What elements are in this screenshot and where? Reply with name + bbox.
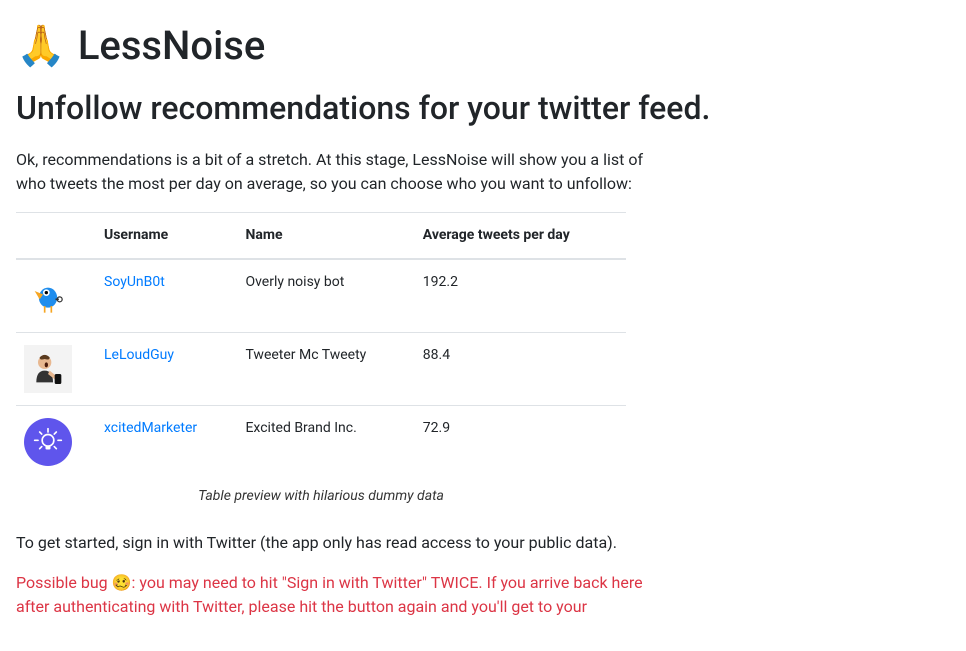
shouting-man-avatar-icon <box>24 345 72 393</box>
avatar-cell <box>16 406 96 479</box>
username-link[interactable]: xcitedMarketer <box>104 420 197 436</box>
app-name: LessNoise <box>78 16 265 76</box>
page-subtitle: Unfollow recommendations for your twitte… <box>16 84 950 132</box>
username-link[interactable]: LeLoudGuy <box>104 347 174 363</box>
table-row: xcitedMarketer Excited Brand Inc. 72.9 <box>16 406 626 479</box>
avg-cell: 72.9 <box>415 406 626 479</box>
name-cell: Excited Brand Inc. <box>237 406 414 479</box>
get-started-paragraph: To get started, sign in with Twitter (th… <box>16 531 656 555</box>
username-cell: LeLoudGuy <box>96 333 237 406</box>
avatar-cell <box>16 333 96 406</box>
lightbulb-avatar-icon <box>24 418 72 466</box>
username-link[interactable]: SoyUnB0t <box>104 274 165 290</box>
table-header-row: Username Name Average tweets per day <box>16 213 626 260</box>
username-cell: SoyUnB0t <box>96 259 237 333</box>
bird-avatar-icon <box>24 272 72 320</box>
table-row: SoyUnB0t Overly noisy bot 192.2 <box>16 259 626 333</box>
avg-cell: 88.4 <box>415 333 626 406</box>
pray-emoji-icon: 🙏 <box>16 26 66 66</box>
col-avatar-header <box>16 213 96 260</box>
col-name-header: Name <box>237 213 414 260</box>
name-cell: Overly noisy bot <box>237 259 414 333</box>
bug-note-paragraph: Possible bug 🥴: you may need to hit "Sig… <box>16 571 656 619</box>
col-username-header: Username <box>96 213 237 260</box>
name-cell: Tweeter Mc Tweety <box>237 333 414 406</box>
table-row: LeLoudGuy Tweeter Mc Tweety 88.4 <box>16 333 626 406</box>
intro-paragraph: Ok, recommendations is a bit of a stretc… <box>16 148 656 196</box>
recommendations-table: Username Name Average tweets per day <box>16 212 626 478</box>
avatar-cell <box>16 259 96 333</box>
page-title: 🙏 LessNoise <box>16 16 950 76</box>
username-cell: xcitedMarketer <box>96 406 237 479</box>
table-caption: Table preview with hilarious dummy data <box>16 486 626 507</box>
avg-cell: 192.2 <box>415 259 626 333</box>
col-avg-header: Average tweets per day <box>415 213 626 260</box>
